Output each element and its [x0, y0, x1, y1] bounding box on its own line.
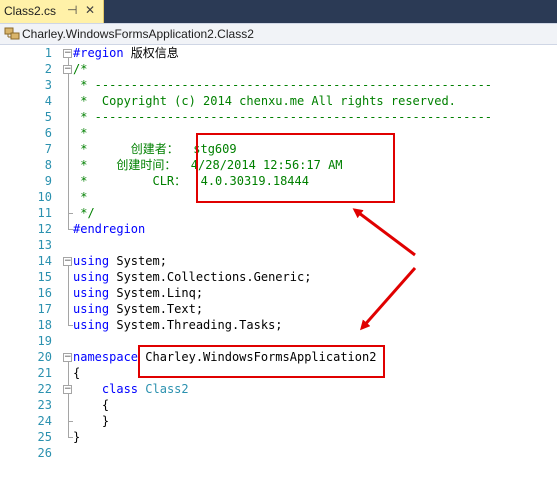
annotation-arrows — [352, 208, 417, 331]
arrow-to-namespace-box — [360, 267, 417, 331]
arrow-to-author-box — [352, 208, 416, 257]
